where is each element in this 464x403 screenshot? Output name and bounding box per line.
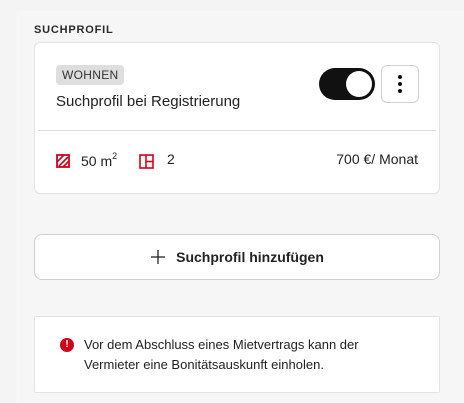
divider — [38, 130, 436, 131]
area-icon — [56, 154, 70, 168]
rooms-icon — [139, 154, 154, 169]
notice-text: Vor dem Abschluss eines Mietvertrags kan… — [84, 337, 359, 372]
dot — [398, 82, 402, 86]
profile-active-toggle[interactable] — [319, 68, 375, 100]
toggle-knob — [346, 71, 372, 97]
rent-price: 700 €/ Monat — [336, 151, 418, 167]
category-tag: WOHNEN — [56, 65, 125, 85]
dot — [398, 75, 402, 79]
alert-icon: ! — [60, 338, 74, 352]
add-button-label: Suchprofil hinzufügen — [176, 249, 324, 265]
dot — [398, 89, 402, 93]
plus-icon — [151, 250, 166, 264]
rooms-value: 2 — [167, 151, 175, 167]
more-options-button[interactable] — [381, 65, 419, 103]
area-value: 50 m2 — [81, 151, 118, 169]
info-notice: ! Vor dem Abschluss eines Mietvertrags k… — [34, 316, 440, 393]
section-title: SUCHPROFIL — [34, 24, 114, 36]
profile-name: Suchprofil bei Registrierung — [56, 93, 241, 110]
add-search-profile-button[interactable]: Suchprofil hinzufügen — [34, 234, 440, 280]
search-profile-card[interactable]: WOHNEN Suchprofil bei Registrierung 50 m… — [34, 42, 440, 194]
